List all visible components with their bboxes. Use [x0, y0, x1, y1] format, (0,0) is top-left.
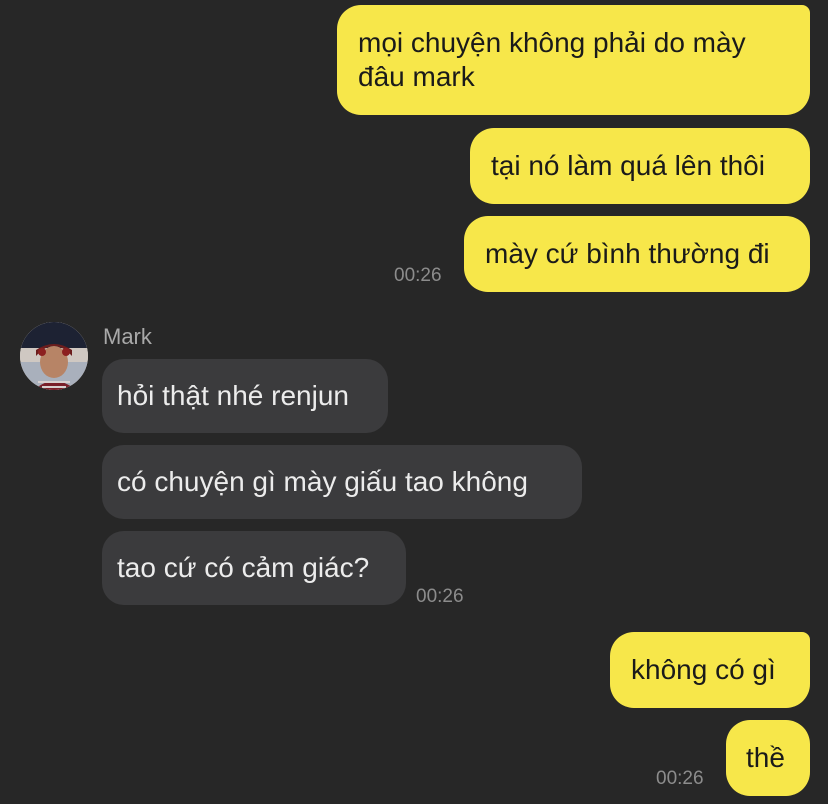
message-text: thề	[746, 742, 785, 773]
outgoing-message[interactable]: mọi chuyện không phải do mày đâu mark	[337, 5, 810, 115]
message-timestamp: 00:26	[656, 768, 704, 789]
message-text: hỏi thật nhé renjun	[117, 380, 349, 411]
incoming-message[interactable]: có chuyện gì mày giấu tao không	[102, 445, 582, 519]
message-text: tại nó làm quá lên thôi	[491, 150, 765, 181]
profile-photo-icon	[20, 322, 88, 390]
message-text: không có gì	[631, 654, 776, 685]
message-text: mày cứ bình thường đi	[485, 238, 770, 269]
outgoing-message[interactable]: mày cứ bình thường đi	[464, 216, 810, 292]
outgoing-message[interactable]: không có gì	[610, 632, 810, 708]
message-text: có chuyện gì mày giấu tao không	[117, 466, 528, 497]
avatar[interactable]	[20, 322, 88, 390]
incoming-message[interactable]: tao cứ có cảm giác?	[102, 531, 406, 605]
message-timestamp: 00:26	[394, 265, 442, 286]
message-text: mọi chuyện không phải do mày	[358, 27, 746, 58]
outgoing-message[interactable]: thề	[726, 720, 810, 796]
message-timestamp: 00:26	[416, 586, 464, 607]
incoming-message[interactable]: hỏi thật nhé renjun	[102, 359, 388, 433]
outgoing-message[interactable]: tại nó làm quá lên thôi	[470, 128, 810, 204]
message-text: tao cứ có cảm giác?	[117, 552, 370, 583]
message-text-line2: đâu mark	[358, 61, 475, 92]
sender-name: Mark	[103, 324, 152, 349]
